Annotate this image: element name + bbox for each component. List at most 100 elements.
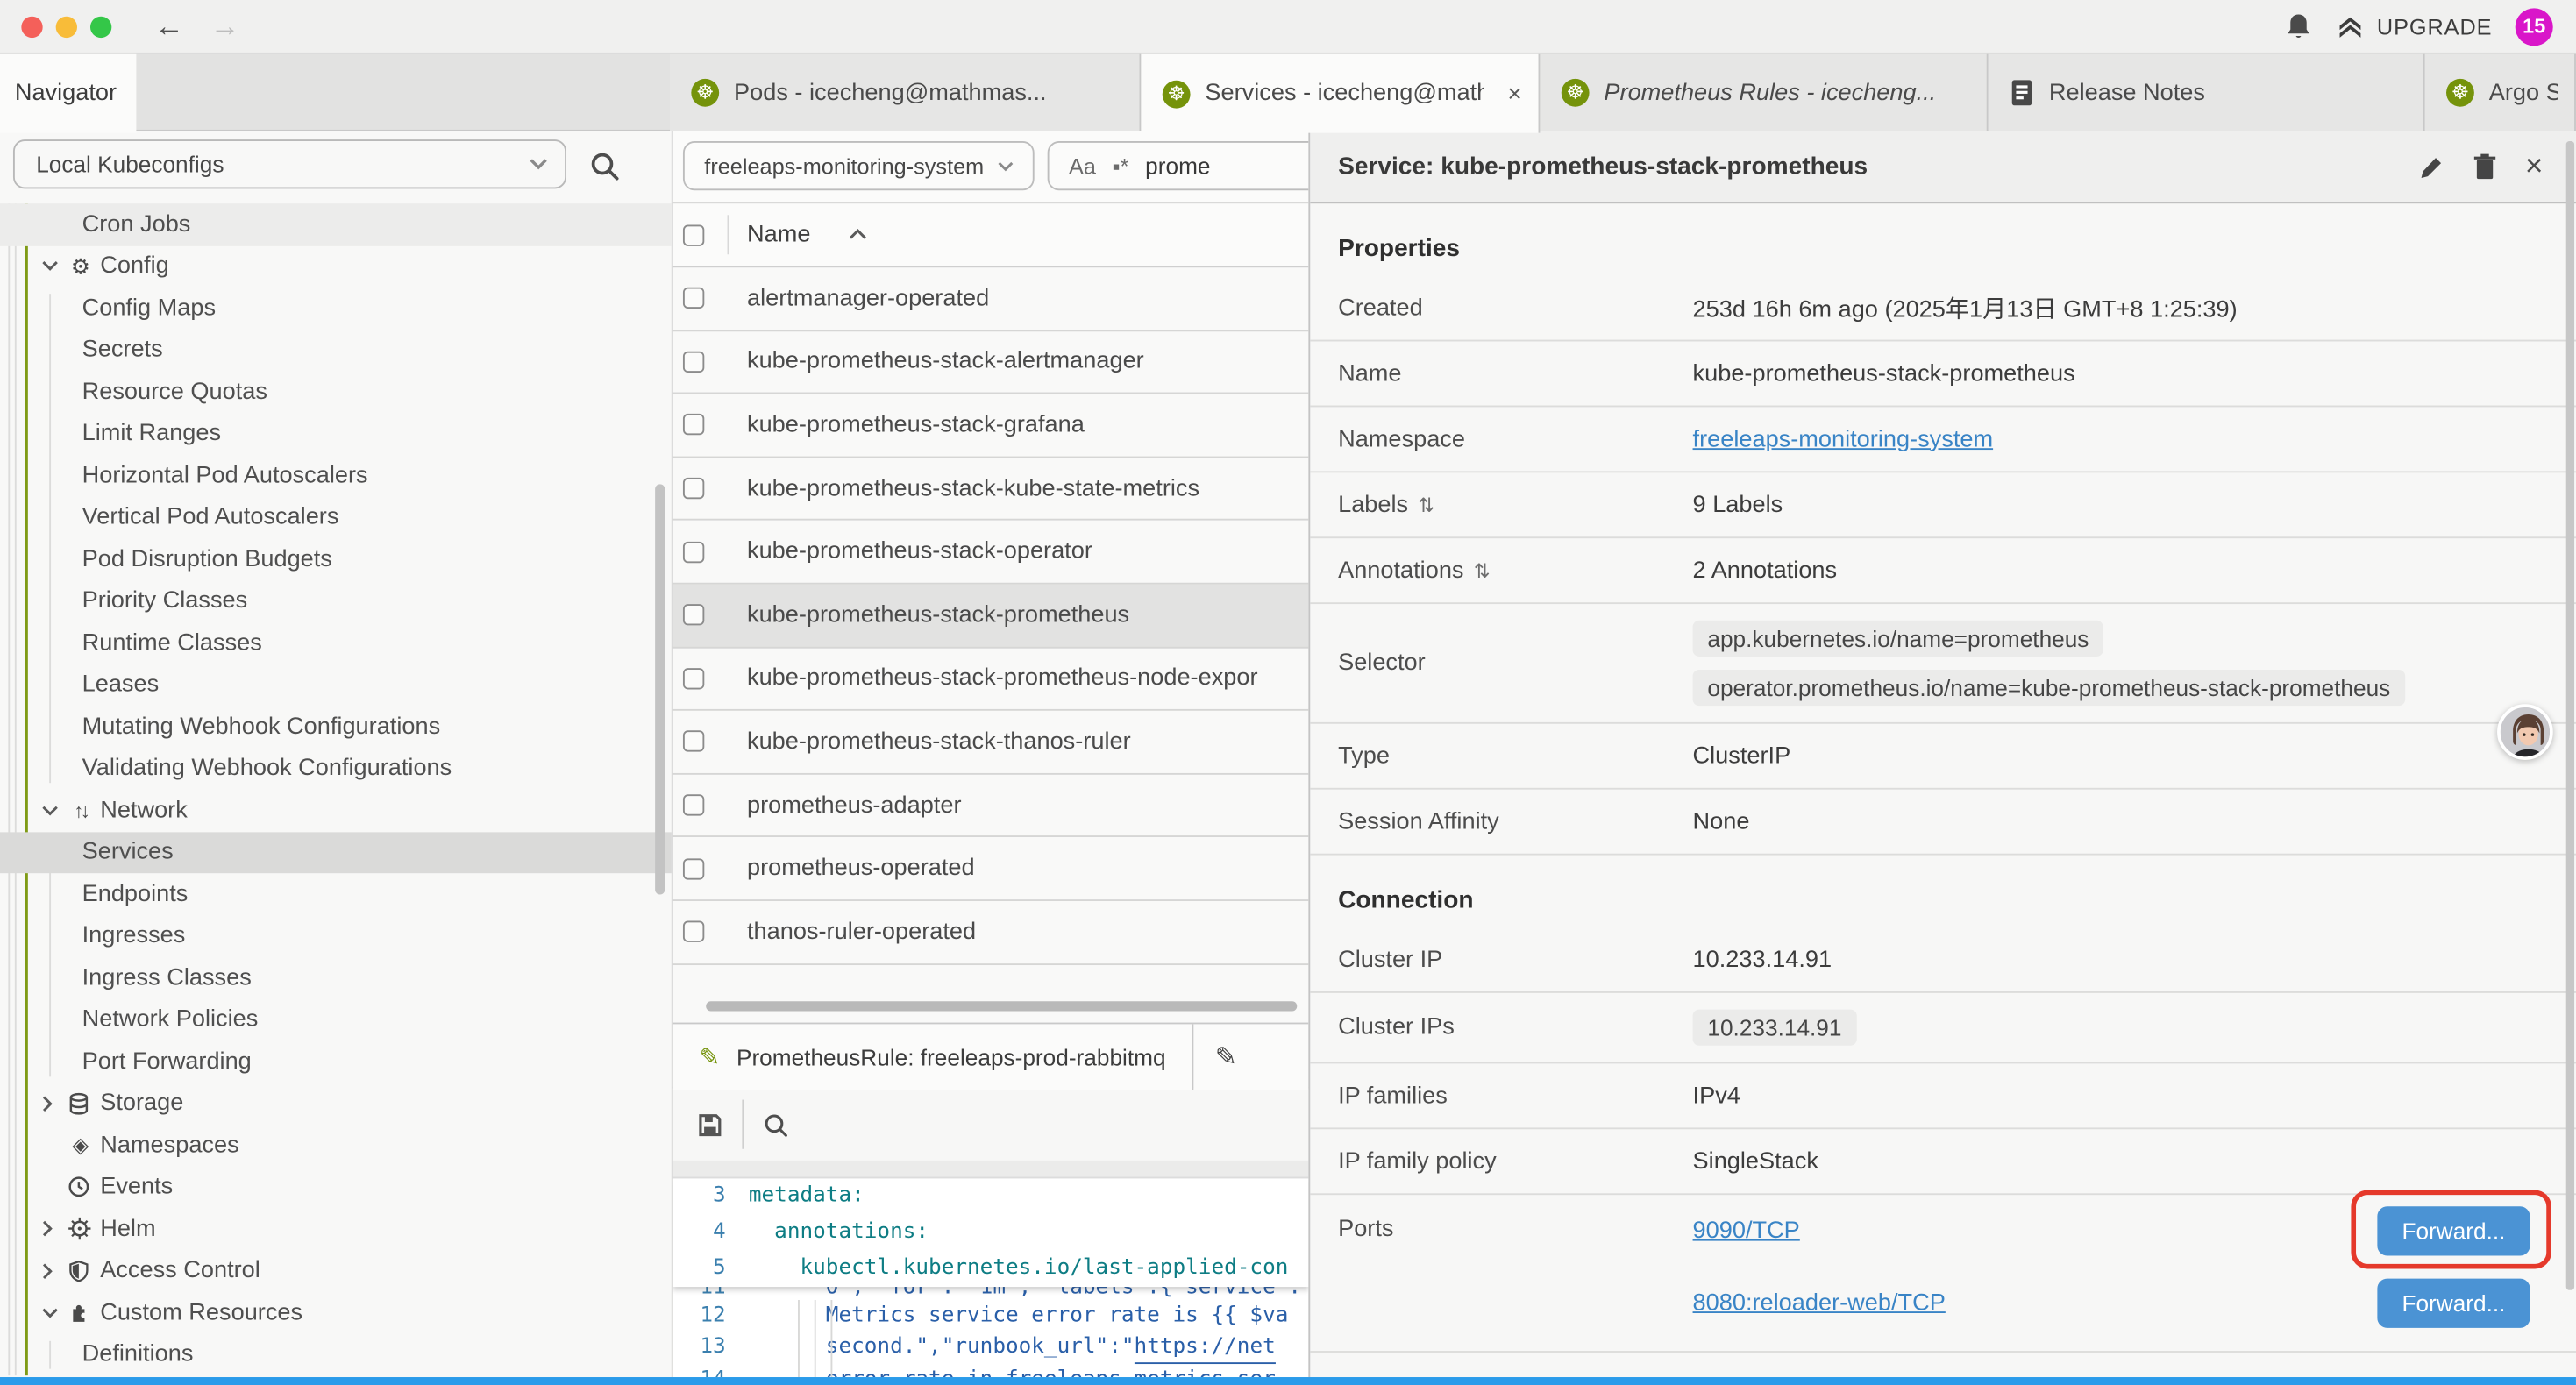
upgrade-button[interactable]: UPGRADE (2336, 12, 2492, 40)
row-checkbox[interactable] (683, 858, 704, 879)
select-all-checkbox[interactable] (683, 224, 704, 245)
sidebar-item-definitions[interactable]: Definitions (0, 1333, 673, 1375)
yaml-editor[interactable]: 3metadata:4 annotations:5 kubectl.kubern… (673, 1178, 1309, 1377)
sort-updown-icon[interactable]: ⇅ (1418, 494, 1434, 516)
sidebar-item-resource-quotas[interactable]: Resource Quotas (0, 371, 673, 413)
forward-button[interactable]: Forward... (2377, 1206, 2530, 1255)
sidebar-item-helm[interactable]: Helm (0, 1208, 673, 1250)
edit-icon[interactable] (2418, 153, 2444, 180)
sidebar-item-namespaces[interactable]: ◈Namespaces (0, 1125, 673, 1167)
chevron-right-icon[interactable] (41, 1261, 54, 1280)
horizontal-scrollbar[interactable] (706, 1001, 1297, 1011)
minimize-window-button[interactable] (56, 16, 77, 37)
chevron-down-icon[interactable] (41, 804, 60, 817)
tab-editor-partial[interactable]: ✎ (1193, 1024, 1308, 1090)
resource-search-input[interactable]: Aa ▪* prome (1048, 141, 1309, 190)
sort-ascending-icon[interactable] (847, 228, 868, 241)
sidebar-item-cron-jobs[interactable]: Cron Jobs (0, 203, 673, 245)
delete-icon[interactable] (2473, 153, 2497, 181)
chevron-down-icon[interactable] (41, 1306, 60, 1319)
table-row[interactable]: thanos-ruler-operated (673, 901, 1309, 964)
sidebar-item-vertical-pod-autoscalers[interactable]: Vertical Pod Autoscalers (0, 496, 673, 538)
detail-scrollbar[interactable] (2566, 141, 2574, 1290)
sidebar-item-port-forwarding[interactable]: Port Forwarding (0, 1041, 673, 1083)
chevron-right-icon[interactable] (41, 1094, 54, 1112)
close-icon[interactable]: × (2525, 151, 2544, 182)
name-column-header[interactable]: Name (747, 222, 810, 248)
maximize-window-button[interactable] (90, 16, 111, 37)
row-checkbox[interactable] (683, 541, 704, 562)
sidebar-item-mutating-webhook-configurations[interactable]: Mutating Webhook Configurations (0, 706, 673, 748)
kubeconfig-select[interactable]: Local Kubeconfigs (13, 139, 566, 188)
row-checkbox[interactable] (683, 415, 704, 436)
forward-button[interactable]: Forward... (2377, 1279, 2530, 1328)
sidebar-scrollbar[interactable] (655, 484, 665, 894)
notification-badge[interactable]: 15 (2516, 7, 2553, 45)
tab-pods[interactable]: ☸Pods - icecheng@mathmas... (670, 54, 1141, 131)
row-checkbox[interactable] (683, 288, 704, 309)
namespace-select[interactable]: freeleaps-monitoring-system (683, 141, 1035, 190)
table-row[interactable]: alertmanager-operated (673, 267, 1309, 330)
find-icon[interactable] (762, 1111, 790, 1139)
close-window-button[interactable] (21, 16, 42, 37)
row-checkbox[interactable] (683, 794, 704, 815)
tab-prometheus[interactable]: ☸Prometheus Rules - icecheng... (1540, 54, 1988, 131)
tab-release[interactable]: Release Notes (1989, 54, 2425, 131)
sidebar-item-priority-classes[interactable]: Priority Classes (0, 580, 673, 622)
sidebar-item-secrets[interactable]: Secrets (0, 329, 673, 371)
sidebar-item-ingresses[interactable]: Ingresses (0, 915, 673, 957)
sidebar-item-leases[interactable]: Leases (0, 664, 673, 706)
sidebar-item-config-maps[interactable]: Config Maps (0, 288, 673, 330)
tab-navigator[interactable]: Navigator (0, 54, 136, 133)
bell-icon[interactable] (2283, 11, 2313, 42)
sort-updown-icon[interactable]: ⇅ (1474, 559, 1491, 582)
row-checkbox[interactable] (683, 352, 704, 373)
namespace-link[interactable]: freeleaps-monitoring-system (1693, 426, 1994, 452)
sidebar-item-pod-disruption-budgets[interactable]: Pod Disruption Budgets (0, 538, 673, 580)
port-link[interactable]: 9090/TCP (1693, 1218, 1800, 1244)
sidebar-item-events[interactable]: Events (0, 1166, 673, 1208)
sidebar-item-custom-resources[interactable]: Custom Resources (0, 1292, 673, 1334)
sidebar-item-runtime-classes[interactable]: Runtime Classes (0, 622, 673, 664)
sidebar-item-endpoints[interactable]: Endpoints (0, 873, 673, 915)
back-icon[interactable]: ← (154, 11, 184, 41)
row-checkbox[interactable] (683, 668, 704, 689)
table-row[interactable]: kube-prometheus-stack-kube-state-metrics (673, 458, 1309, 521)
avatar[interactable] (2497, 704, 2553, 760)
sidebar-item-limit-ranges[interactable]: Limit Ranges (0, 413, 673, 455)
table-row[interactable]: kube-prometheus-stack-thanos-ruler (673, 711, 1309, 774)
port-link[interactable]: 8080:reloader-web/TCP (1693, 1290, 1946, 1317)
regex-icon[interactable]: ▪* (1113, 153, 1129, 178)
save-icon[interactable] (696, 1111, 724, 1139)
sidebar-item-ingress-classes[interactable]: Ingress Classes (0, 957, 673, 999)
sidebar-item-storage[interactable]: Storage (0, 1083, 673, 1125)
table-row[interactable]: kube-prometheus-stack-alertmanager (673, 330, 1309, 394)
table-row[interactable]: kube-prometheus-stack-prometheus-node-ex… (673, 648, 1309, 711)
sidebar-item-validating-webhook-configurations[interactable]: Validating Webhook Configurations (0, 748, 673, 790)
sidebar-item-horizontal-pod-autoscalers[interactable]: Horizontal Pod Autoscalers (0, 455, 673, 497)
tab-prometheusrule-editor[interactable]: ✎ PrometheusRule: freeleaps-prod-rabbitm… (673, 1024, 1194, 1090)
code-link[interactable]: https://net (1135, 1332, 1276, 1364)
sidebar-item-config[interactable]: ⚙Config (0, 245, 673, 288)
sidebar-item-network[interactable]: ↑↓Network (0, 790, 673, 832)
row-checkbox[interactable] (683, 921, 704, 942)
table-row[interactable]: prometheus-adapter (673, 774, 1309, 837)
table-row[interactable]: prometheus-operated (673, 838, 1309, 901)
table-row[interactable]: kube-prometheus-stack-prometheus (673, 585, 1309, 648)
row-checkbox[interactable] (683, 478, 704, 499)
chevron-down-icon[interactable] (41, 259, 60, 273)
table-row[interactable]: kube-prometheus-stack-grafana (673, 394, 1309, 458)
chevron-right-icon[interactable] (41, 1220, 54, 1239)
sidebar-item-network-policies[interactable]: Network Policies (0, 998, 673, 1041)
tab-argo[interactable]: ☸Argo Se (2425, 54, 2576, 131)
tab-services[interactable]: ☸Services - icecheng@math...× (1141, 54, 1540, 133)
sidebar-item-services[interactable]: Services (0, 831, 673, 873)
row-checkbox[interactable] (683, 605, 704, 626)
search-icon[interactable] (587, 149, 620, 181)
sidebar-item-access-control[interactable]: Access Control (0, 1250, 673, 1292)
row-checkbox[interactable] (683, 731, 704, 752)
match-case-icon[interactable]: Aa (1069, 153, 1096, 178)
forward-icon[interactable]: → (210, 11, 240, 41)
close-tab-icon[interactable]: × (1507, 80, 1521, 108)
table-row[interactable]: kube-prometheus-stack-operator (673, 521, 1309, 584)
